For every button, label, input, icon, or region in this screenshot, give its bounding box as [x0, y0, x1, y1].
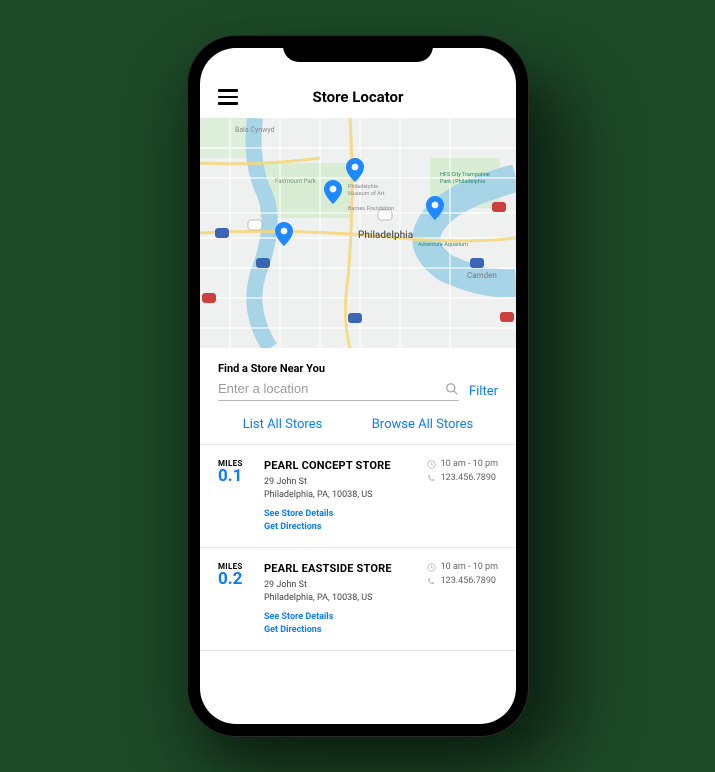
map-pin-icon[interactable] — [275, 222, 293, 246]
map[interactable]: Bala Cynwyd Fairmount Park Philadelphia … — [200, 118, 516, 348]
map-camden-label: Camden — [467, 271, 497, 280]
store-phone: 123.456.7890 — [441, 473, 496, 483]
map-pin-icon[interactable] — [324, 180, 342, 204]
map-label: Bala Cynwyd — [235, 126, 275, 134]
search-section: Find a Store Near You Filter List All St… — [200, 348, 516, 445]
phone-icon — [427, 577, 436, 586]
store-hours: 10 am - 10 pm — [441, 459, 498, 469]
store-name: PEARL EASTSIDE STORE — [264, 562, 413, 575]
distance-column: MILES 0.2 — [218, 562, 250, 638]
map-label: Park | Philadelphia — [440, 179, 485, 185]
store-phone: 123.456.7890 — [441, 576, 496, 586]
map-label: Adventure Aquarium — [418, 242, 468, 248]
map-label: Museum of Art — [348, 190, 385, 197]
map-label: Philadelphia — [348, 184, 378, 190]
map-label: HFS City Trampoline — [440, 172, 490, 178]
store-address-line1: 29 John St — [264, 579, 413, 592]
store-item: MILES 0.2 PEARL EASTSIDE STORE 29 John S… — [200, 548, 516, 651]
store-address-line2: Philadelphia, PA, 10038, US — [264, 592, 413, 605]
distance-value: 0.2 — [218, 571, 250, 588]
clock-icon — [427, 460, 436, 469]
store-address-line1: 29 John St — [264, 476, 413, 489]
get-directions-link[interactable]: Get Directions — [264, 625, 413, 635]
filter-link[interactable]: Filter — [469, 384, 498, 399]
search-icon[interactable] — [445, 382, 459, 396]
clock-icon — [427, 563, 436, 572]
browse-all-stores-link[interactable]: Browse All Stores — [372, 417, 474, 432]
search-box — [218, 381, 459, 401]
find-store-label: Find a Store Near You — [218, 362, 498, 375]
store-address-line2: Philadelphia, PA, 10038, US — [264, 489, 413, 502]
search-input[interactable] — [218, 381, 445, 396]
map-city-label: Philadelphia — [358, 230, 413, 241]
see-store-details-link[interactable]: See Store Details — [264, 612, 413, 622]
phone-frame: Store Locator — [188, 36, 528, 736]
store-list[interactable]: MILES 0.1 PEARL CONCEPT STORE 29 John St… — [200, 445, 516, 724]
store-hours: 10 am - 10 pm — [441, 562, 498, 572]
see-store-details-link[interactable]: See Store Details — [264, 509, 413, 519]
map-label: Fairmount Park — [275, 178, 317, 185]
store-item: MILES 0.1 PEARL CONCEPT STORE 29 John St… — [200, 445, 516, 548]
distance-value: 0.1 — [218, 468, 250, 485]
distance-column: MILES 0.1 — [218, 459, 250, 535]
page-title: Store Locator — [218, 88, 498, 106]
get-directions-link[interactable]: Get Directions — [264, 522, 413, 532]
phone-icon — [427, 474, 436, 483]
map-label: Barnes Foundation — [348, 206, 394, 212]
store-name: PEARL CONCEPT STORE — [264, 459, 413, 472]
screen: Store Locator — [200, 48, 516, 724]
map-pin-icon[interactable] — [346, 158, 364, 182]
map-pin-icon[interactable] — [426, 196, 444, 220]
list-all-stores-link[interactable]: List All Stores — [243, 417, 323, 432]
